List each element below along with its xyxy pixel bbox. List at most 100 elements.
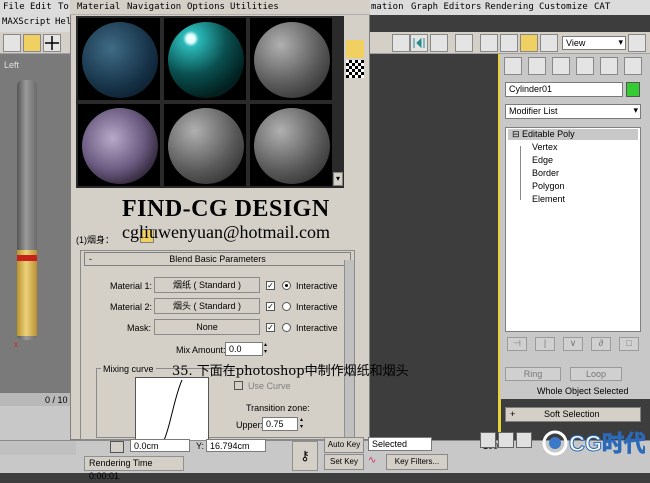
- dropdown-arrow-icon[interactable]: [392, 34, 410, 52]
- material1-enable-checkbox[interactable]: ✓: [266, 281, 275, 290]
- menu-edit[interactable]: Edit: [30, 2, 52, 12]
- remove-modifier-icon[interactable]: ∂: [591, 337, 611, 351]
- layer-icon[interactable]: [455, 34, 473, 52]
- sample-slot-2[interactable]: [164, 18, 246, 100]
- object-name-field[interactable]: Cylinder01: [505, 82, 623, 97]
- sample-slot-6[interactable]: [250, 104, 332, 186]
- reference-coord-select[interactable]: View ▾: [562, 36, 626, 50]
- key-selection-select[interactable]: Selected: [368, 437, 432, 451]
- go-to-start-icon[interactable]: [480, 432, 496, 448]
- y-coordinate-field[interactable]: 16.794cm: [206, 439, 266, 452]
- move-icon[interactable]: [43, 34, 61, 52]
- create-tab-icon[interactable]: [504, 57, 522, 75]
- select-by-material-icon[interactable]: [346, 160, 364, 178]
- mat-menu-utilities[interactable]: Utilities: [230, 2, 279, 12]
- background-checker-icon[interactable]: [346, 60, 364, 78]
- hierarchy-tab-icon[interactable]: [552, 57, 570, 75]
- pin-stack-icon[interactable]: ⊣: [507, 337, 527, 351]
- backlight-icon[interactable]: [346, 40, 364, 58]
- stack-item-edge[interactable]: Edge: [532, 155, 553, 165]
- previous-frame-icon[interactable]: [498, 432, 514, 448]
- make-unique-icon[interactable]: ∨: [563, 337, 583, 351]
- sample-slot-1[interactable]: [78, 18, 160, 100]
- rollout-scrollbar[interactable]: [344, 260, 354, 438]
- video-color-check-icon[interactable]: [346, 100, 364, 118]
- viewport-label[interactable]: Left: [4, 60, 19, 70]
- configure-sets-icon[interactable]: □: [619, 337, 639, 351]
- mat-menu-navigation[interactable]: Navigation: [127, 2, 181, 12]
- key-icon[interactable]: ⚷: [292, 441, 318, 471]
- rendering-time: Rendering Time 0:00:01: [84, 456, 184, 481]
- material2-button[interactable]: 烟头 ( Standard ): [154, 298, 260, 314]
- auto-key-button[interactable]: Auto Key: [324, 437, 364, 453]
- menu-graph-editors[interactable]: Graph Editors: [411, 2, 481, 12]
- material-editor-icon[interactable]: [520, 34, 538, 52]
- menu-help[interactable]: Hel: [55, 17, 71, 27]
- spinner-arrows-icon[interactable]: ▴ ▾: [300, 417, 308, 431]
- ring-button[interactable]: Ring: [505, 367, 561, 381]
- time-slider[interactable]: 0 / 10: [0, 392, 76, 406]
- object-color-swatch[interactable]: [626, 82, 640, 97]
- utilities-tab-icon[interactable]: [624, 57, 642, 75]
- menu-cat[interactable]: CAT: [594, 2, 610, 12]
- align-icon[interactable]: [430, 34, 448, 52]
- soft-selection-rollout[interactable]: + Soft Selection: [505, 407, 641, 422]
- play-icon[interactable]: [516, 432, 532, 448]
- sample-slot-5[interactable]: [164, 104, 246, 186]
- menu-file[interactable]: File: [3, 2, 25, 12]
- stack-item-vertex[interactable]: Vertex: [532, 142, 558, 152]
- mix-amount-spinner[interactable]: 0.0: [225, 342, 263, 356]
- absolute-mode-icon[interactable]: [110, 441, 124, 453]
- mask-button[interactable]: None: [154, 319, 260, 335]
- curve-editor-icon[interactable]: [480, 34, 498, 52]
- select-region-icon[interactable]: [3, 34, 21, 52]
- set-key-button[interactable]: Set Key: [324, 454, 364, 470]
- menu-tools[interactable]: To: [58, 2, 69, 12]
- sample-uv-icon[interactable]: [346, 80, 364, 98]
- mat-menu-material[interactable]: Material: [77, 2, 120, 12]
- sample-slot-3[interactable]: [250, 18, 332, 100]
- put-to-scene-icon[interactable]: [102, 205, 120, 223]
- get-material-icon[interactable]: [80, 205, 98, 223]
- menu-animation[interactable]: mation: [371, 2, 404, 12]
- stack-item-border[interactable]: Border: [532, 168, 559, 178]
- window-crossing-icon[interactable]: [23, 34, 41, 52]
- make-preview-icon[interactable]: [346, 120, 364, 138]
- scroll-down-icon[interactable]: ▾: [333, 172, 343, 186]
- menu-customize[interactable]: Customize: [539, 2, 588, 12]
- use-curve-checkbox[interactable]: [234, 381, 243, 390]
- spinner-arrows-icon[interactable]: ▴ ▾: [264, 342, 272, 356]
- mat-menu-options[interactable]: Options: [187, 2, 225, 12]
- upper-spinner[interactable]: 0.75: [262, 417, 298, 431]
- material2-interactive-radio[interactable]: [282, 302, 291, 311]
- modify-tab-icon[interactable]: [528, 57, 546, 75]
- menu-maxscript[interactable]: MAXScript: [2, 17, 51, 27]
- key-filters-button[interactable]: Key Filters...: [386, 454, 448, 470]
- loop-button[interactable]: Loop: [570, 367, 622, 381]
- menu-rendering[interactable]: Rendering: [485, 2, 534, 12]
- material1-interactive-radio[interactable]: [282, 281, 291, 290]
- blend-rollout-header[interactable]: - Blend Basic Parameters: [84, 252, 351, 266]
- stack-item-editable-poly[interactable]: ⊟ Editable Poly: [508, 129, 638, 140]
- schematic-icon[interactable]: [500, 34, 518, 52]
- x-coordinate-field[interactable]: 0.0cm: [130, 439, 190, 452]
- show-end-result-icon[interactable]: |: [535, 337, 555, 351]
- stack-item-element[interactable]: Element: [532, 194, 565, 204]
- material1-button[interactable]: 烟纸 ( Standard ): [154, 277, 260, 293]
- watermark-email: cgliuwenyuan@hotmail.com: [122, 222, 331, 242]
- modifier-list-select[interactable]: Modifier List ▾: [505, 104, 641, 119]
- rollout-expand-icon: +: [510, 409, 516, 419]
- display-tab-icon[interactable]: [600, 57, 618, 75]
- stack-item-polygon[interactable]: Polygon: [532, 181, 565, 191]
- material2-enable-checkbox[interactable]: ✓: [266, 302, 275, 311]
- sample-type-icon[interactable]: [346, 18, 364, 36]
- mirror-icon[interactable]: [410, 34, 428, 52]
- mask-enable-checkbox[interactable]: ✓: [266, 323, 275, 332]
- mask-interactive-radio[interactable]: [282, 323, 291, 332]
- left-viewport[interactable]: [0, 54, 76, 392]
- motion-tab-icon[interactable]: [576, 57, 594, 75]
- options-icon[interactable]: [346, 140, 364, 158]
- teapot-render-icon[interactable]: [628, 34, 646, 52]
- render-setup-icon[interactable]: [540, 34, 558, 52]
- sample-slot-4[interactable]: [78, 104, 160, 186]
